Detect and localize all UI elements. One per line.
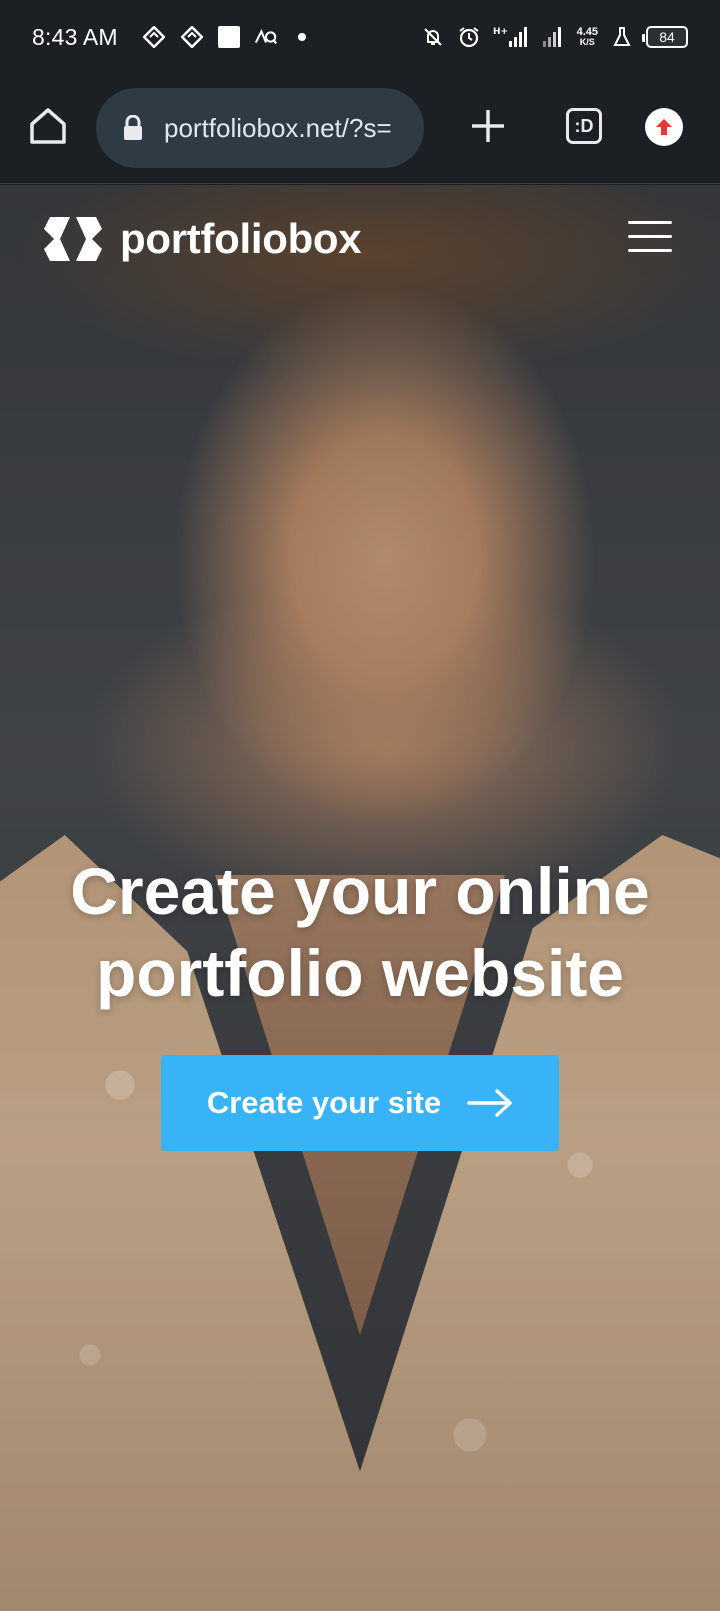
- status-bar: 8:43 AM H+ 4.45 K/S 84: [0, 0, 720, 74]
- tab-switcher-label: :D: [574, 115, 594, 136]
- url-text: portfoliobox.net/?s=: [164, 112, 392, 143]
- headline-line-2: portfolio website: [96, 936, 624, 1010]
- cta-label: Create your site: [206, 1085, 442, 1120]
- create-your-site-button[interactable]: Create your site: [161, 1055, 559, 1151]
- headline-line-1: Create your online: [70, 854, 650, 928]
- hero-section: portfoliobox Create your online portfoli…: [0, 185, 720, 1611]
- menu-icon[interactable]: [628, 221, 672, 253]
- logo-text: portfoliobox: [120, 215, 362, 262]
- flask-icon: [610, 25, 634, 49]
- network-type-label: H+: [493, 27, 508, 37]
- more-notifications-dot: [297, 33, 306, 41]
- hero-headline: Create your online portfolio website: [0, 850, 720, 1014]
- home-icon[interactable]: [26, 104, 70, 148]
- lock-icon: [124, 115, 142, 140]
- portfoliobox-logo-icon: [44, 217, 102, 261]
- signal-icon: H+: [493, 25, 529, 49]
- browser-toolbar: portfoliobox.net/?s= :D: [0, 74, 720, 184]
- app-notification-icon: [142, 25, 166, 49]
- app-notification-icon: [180, 25, 204, 49]
- battery-indicator: 84: [642, 26, 688, 48]
- alarm-icon: [457, 25, 481, 49]
- site-logo[interactable]: portfoliobox: [44, 213, 362, 265]
- plus-icon[interactable]: [468, 106, 508, 146]
- app-notification-icon: [254, 25, 278, 49]
- site-header: portfoliobox: [0, 185, 720, 295]
- status-time: 8:43 AM: [32, 23, 118, 50]
- app-notification-icon: [217, 26, 240, 48]
- tab-switcher-icon[interactable]: :D: [566, 108, 602, 144]
- address-bar[interactable]: portfoliobox.net/?s=: [96, 88, 424, 168]
- mute-icon: [421, 25, 445, 49]
- update-icon[interactable]: [645, 108, 683, 146]
- arrow-right-icon: [467, 1089, 512, 1117]
- network-speed: 4.45 K/S: [576, 26, 598, 48]
- signal-icon: [541, 25, 565, 49]
